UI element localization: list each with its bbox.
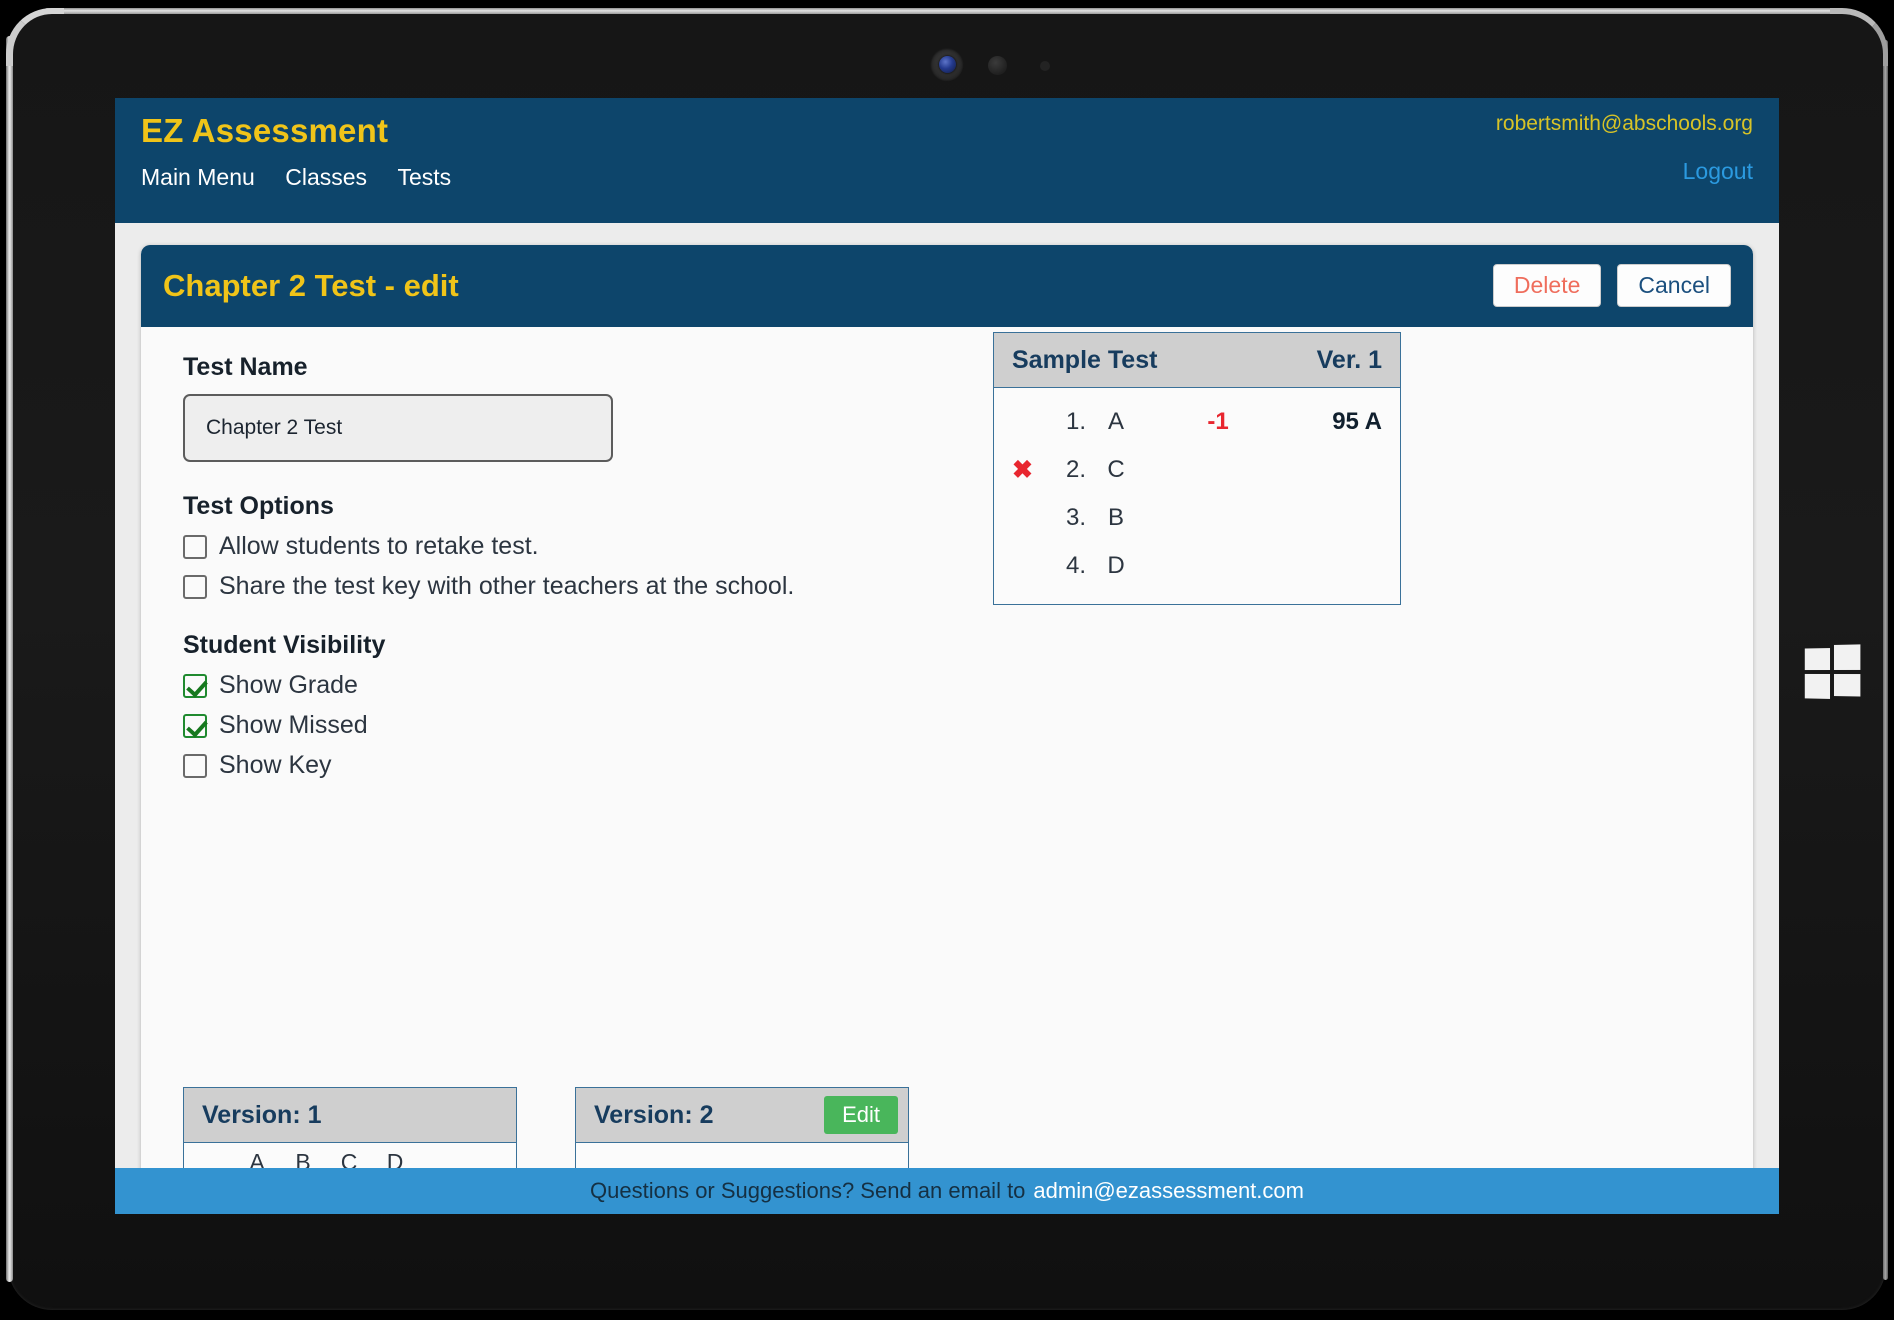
- delete-button[interactable]: Delete: [1492, 264, 1602, 307]
- camera-cluster: [930, 48, 1070, 82]
- checkbox-label: Show Missed: [219, 711, 368, 739]
- footer-text: Questions or Suggestions? Send an email …: [590, 1178, 1026, 1203]
- nav-links: Main Menu Classes Tests: [141, 164, 1753, 191]
- bezel-right-rim: [1883, 40, 1888, 1280]
- checkbox-label: Share the test key with other teachers a…: [219, 572, 795, 600]
- sample-test-title: Sample Test: [1012, 345, 1158, 374]
- sample-test-panel: Sample Test Ver. 1 1. A -1 95 A ✖ 2. C 3…: [993, 332, 1401, 605]
- question-number: 3.: [1065, 504, 1086, 531]
- checkbox-allow-retake[interactable]: Allow students to retake test.: [183, 532, 1711, 561]
- checkbox-label: Show Grade: [219, 671, 358, 699]
- footer-bar: Questions or Suggestions? Send an email …: [115, 1168, 1779, 1214]
- nav-link-classes[interactable]: Classes: [285, 164, 367, 190]
- version-2-title: Version: 2: [594, 1100, 714, 1129]
- question-number: 2.: [1065, 456, 1086, 483]
- sensor-dot-icon: [988, 56, 1007, 75]
- question-number: 4.: [1065, 552, 1086, 579]
- test-options-heading: Test Options: [183, 492, 334, 520]
- checkbox-icon-checked[interactable]: [183, 713, 207, 738]
- test-name-label: Test Name: [183, 353, 308, 381]
- wrong-marker-icon: ✖: [1012, 456, 1033, 484]
- version-1-header: Version: 1: [184, 1088, 516, 1143]
- checkbox-share-key[interactable]: Share the test key with other teachers a…: [183, 572, 1711, 601]
- tablet-device: EZ Assessment Main Menu Classes Tests ro…: [0, 0, 1894, 1320]
- bezel-corner-top-right: [1830, 8, 1888, 66]
- question-answer: A: [1107, 408, 1124, 435]
- card-header-actions: Delete Cancel: [1492, 264, 1731, 307]
- checkbox-icon-unchecked[interactable]: [183, 753, 207, 778]
- checkbox-show-missed[interactable]: Show Missed: [183, 711, 1711, 740]
- score-value: 95 A: [1332, 408, 1382, 435]
- checkbox-icon-checked[interactable]: [183, 673, 207, 698]
- windows-logo-icon[interactable]: [1804, 644, 1861, 699]
- cancel-button[interactable]: Cancel: [1617, 264, 1731, 307]
- bezel-corner-top-left: [6, 8, 64, 66]
- penalty-value: -1: [1207, 408, 1229, 435]
- question-answer: C: [1107, 456, 1125, 483]
- card-body: Test Name Test Options Allow students to…: [141, 327, 1753, 1214]
- nav-link-tests[interactable]: Tests: [398, 164, 452, 190]
- nav-link-main-menu[interactable]: Main Menu: [141, 164, 255, 190]
- screen-viewport: EZ Assessment Main Menu Classes Tests ro…: [115, 98, 1779, 1214]
- checkbox-show-grade[interactable]: Show Grade: [183, 671, 1711, 700]
- sample-test-rows: 1. A -1 95 A ✖ 2. C 3. B 4. D: [994, 388, 1400, 604]
- checkbox-icon-unchecked[interactable]: [183, 534, 207, 559]
- user-email-label: robertsmith@abschools.org: [1495, 112, 1753, 135]
- student-visibility-heading: Student Visibility: [183, 631, 386, 659]
- bezel-left-rim: [6, 36, 13, 1282]
- bezel-top-rim: [44, 8, 1844, 14]
- page-title: Chapter 2 Test - edit: [163, 268, 459, 303]
- checkbox-label: Allow students to retake test.: [219, 532, 539, 560]
- sample-test-header: Sample Test Ver. 1: [994, 333, 1400, 388]
- sample-test-row: 3. B: [994, 494, 1400, 542]
- sample-test-row: ✖ 2. C: [994, 446, 1400, 494]
- question-answer: D: [1107, 552, 1125, 579]
- question-answer: B: [1107, 504, 1124, 531]
- light-sensor-dot-icon: [1040, 61, 1050, 71]
- version-2-header: Version: 2 Edit: [576, 1088, 908, 1143]
- checkbox-show-key[interactable]: Show Key: [183, 751, 1711, 780]
- checkbox-icon-unchecked[interactable]: [183, 574, 207, 599]
- camera-lens-icon: [930, 48, 964, 82]
- footer-email-link[interactable]: admin@ezassessment.com: [1033, 1178, 1304, 1204]
- question-number: 1.: [1065, 408, 1086, 435]
- edit-test-card: Chapter 2 Test - edit Delete Cancel Test…: [141, 245, 1753, 1214]
- logout-link[interactable]: Logout: [1683, 158, 1753, 185]
- version-1-title: Version: 1: [202, 1100, 322, 1129]
- card-header: Chapter 2 Test - edit Delete Cancel: [141, 245, 1753, 327]
- page-body: Chapter 2 Test - edit Delete Cancel Test…: [115, 223, 1779, 1214]
- checkbox-label: Show Key: [219, 751, 332, 779]
- sample-test-version: Ver. 1: [1316, 345, 1382, 374]
- edit-version-2-button[interactable]: Edit: [824, 1096, 898, 1134]
- sample-test-row: 4. D: [994, 542, 1400, 590]
- test-name-input[interactable]: [183, 394, 613, 462]
- top-navbar: EZ Assessment Main Menu Classes Tests ro…: [115, 98, 1779, 223]
- sample-test-row: 1. A -1 95 A: [994, 398, 1400, 446]
